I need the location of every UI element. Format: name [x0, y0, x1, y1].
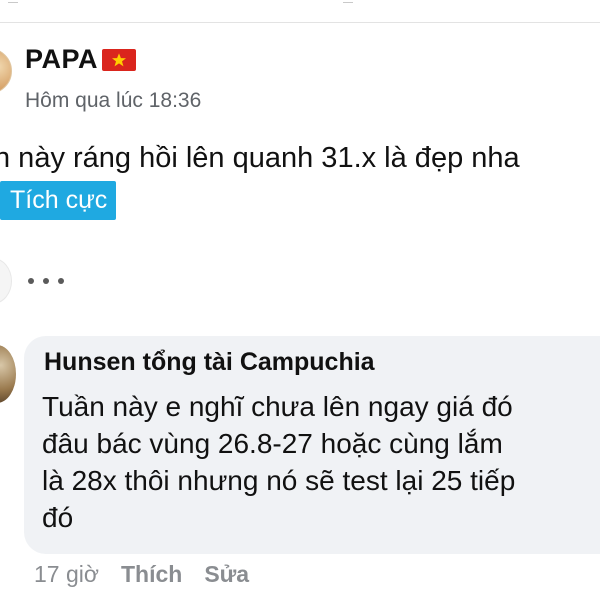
avatar	[0, 258, 12, 304]
dot	[43, 278, 49, 284]
comment-text: Tuần này e nghĩ chưa lên ngay giá đó đâu…	[42, 388, 600, 536]
avatar[interactable]	[0, 48, 12, 94]
comment-time[interactable]: 17 giờ	[34, 561, 99, 588]
dot	[28, 278, 34, 284]
comment-bubble: Hunsen tổng tài Campuchia Tuần này e ngh…	[24, 336, 600, 554]
dot	[58, 278, 64, 284]
comment-thread: PAPA Hôm qua lúc 18:36 n này ráng hồi lê…	[0, 0, 600, 600]
comment-line: đâu bác vùng 26.8-27 hoặc cùng lắm	[42, 428, 503, 459]
comment-line: Tuần này e nghĩ chưa lên ngay giá đó	[42, 391, 513, 422]
vietnam-flag-icon	[102, 48, 137, 71]
more-dots-icon[interactable]	[26, 266, 66, 296]
post-text: n này ráng hồi lên quanh 31.x là đẹp nha	[0, 142, 520, 174]
author-name[interactable]: PAPA	[25, 44, 98, 75]
comment-line: là 28x thôi nhưng nó sẽ test lại 25 tiếp	[42, 465, 516, 496]
like-button[interactable]: Thích	[121, 561, 182, 588]
divider-stub	[343, 0, 353, 3]
comment-author[interactable]: Hunsen tổng tài Campuchia	[44, 348, 375, 377]
comment-line: đó	[42, 502, 74, 533]
divider	[0, 22, 600, 23]
comment-actions: 17 giờ Thích Sửa	[34, 561, 249, 588]
post-timestamp[interactable]: Hôm qua lúc 18:36	[25, 89, 201, 113]
post-author: PAPA	[25, 44, 137, 75]
edit-button[interactable]: Sửa	[204, 561, 249, 588]
sentiment-tag[interactable]: Tích cực	[0, 181, 117, 220]
avatar[interactable]	[0, 345, 16, 403]
divider-stub	[8, 0, 18, 3]
